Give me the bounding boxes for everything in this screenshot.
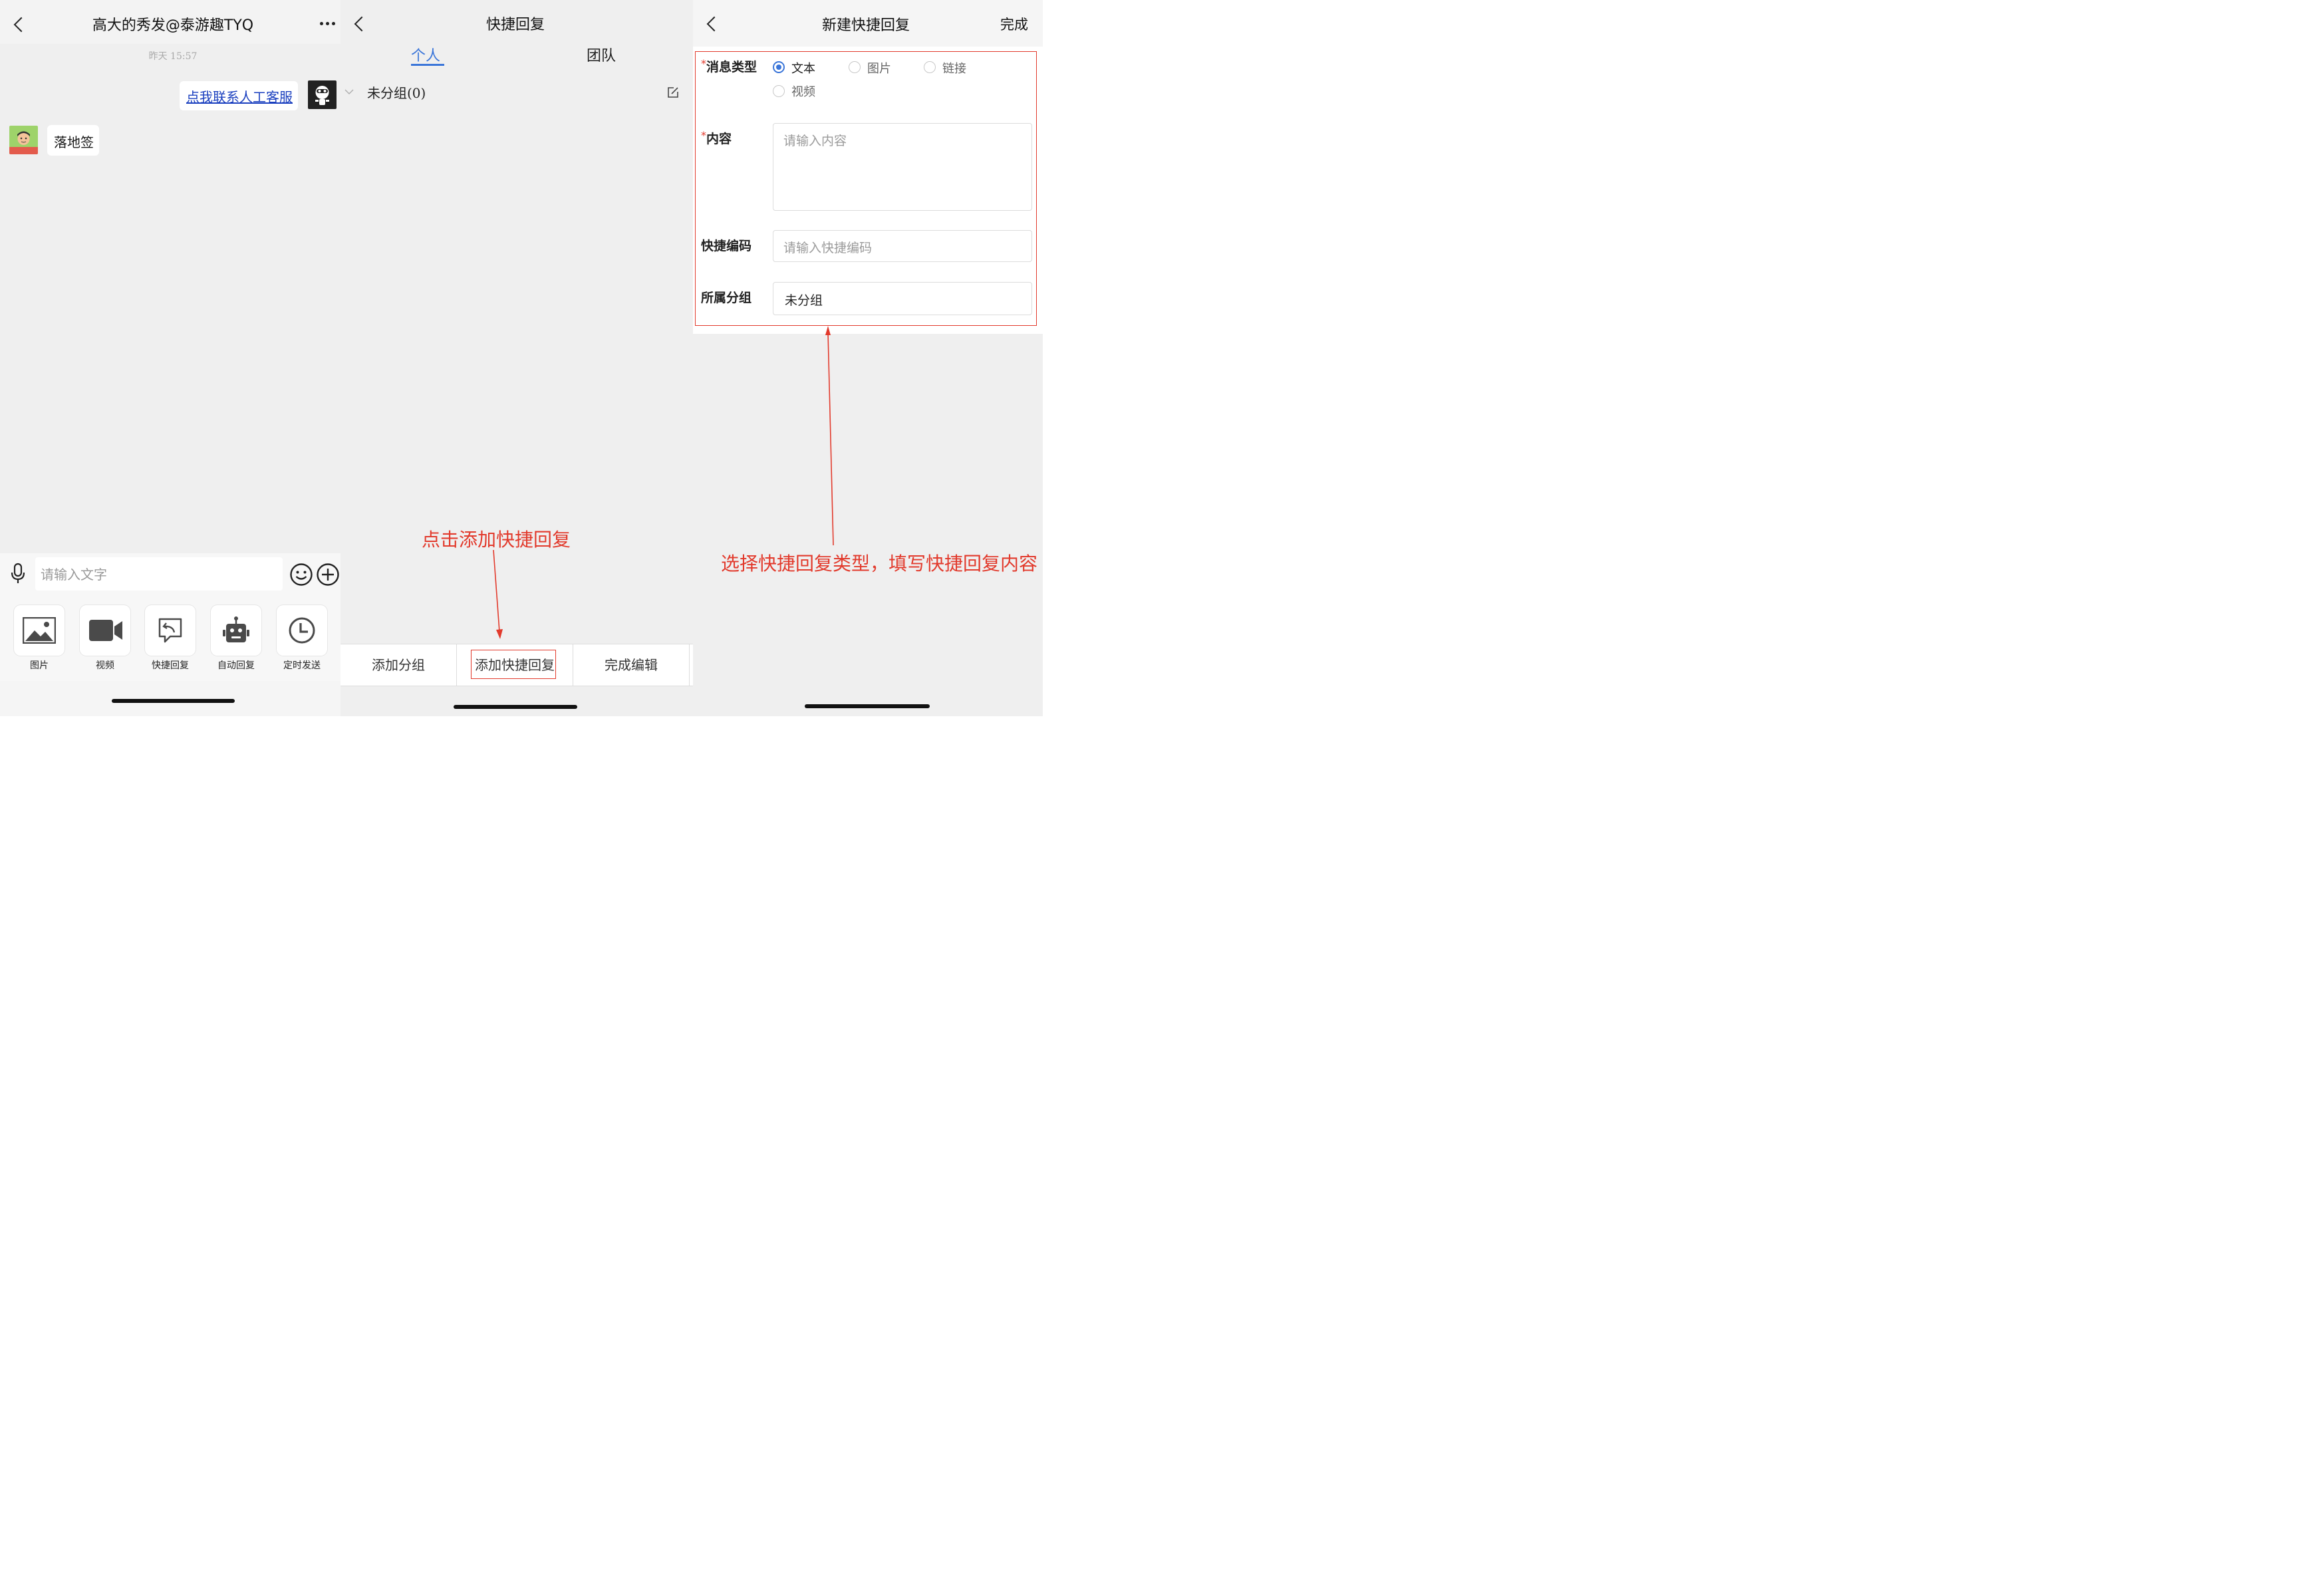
- radio-text-label[interactable]: 文本: [791, 59, 815, 76]
- emoji-icon[interactable]: [289, 563, 313, 587]
- radio-image[interactable]: [849, 61, 861, 73]
- add-group-button[interactable]: 添加分组: [341, 644, 457, 686]
- home-indicator: [112, 699, 235, 703]
- tool-image-label: 图片: [30, 660, 49, 671]
- image-icon: [22, 616, 57, 644]
- content-placeholder: 请输入内容: [783, 134, 847, 148]
- code-label: 快捷编码: [701, 239, 752, 253]
- contact-agent-link[interactable]: 点我联系人工客服: [186, 86, 293, 106]
- message-timestamp: 昨天 15:57: [148, 51, 198, 62]
- chat-title: 高大的秀发@泰游趣TYQ: [92, 17, 254, 34]
- incoming-message-bubble: 落地签: [47, 125, 99, 156]
- annotation-click-add: 点击添加快捷回复: [422, 529, 571, 551]
- done-button[interactable]: 完成: [1000, 14, 1028, 34]
- clock-icon: [288, 616, 316, 644]
- annotation-select-type: 选择快捷回复类型，填写快捷回复内容: [721, 553, 1038, 575]
- group-select-value: 未分组: [785, 293, 823, 308]
- quick-reply-panel: 快捷回复 个人 团队 未分组(0) 点击添加快捷回复 添加分组 添加快捷回复 完…: [341, 0, 693, 716]
- agent-avatar[interactable]: [308, 80, 337, 109]
- new-quick-reply-panel: 新建快捷回复 完成 *消息类型 文本 图片 链接 视频 *内容 请输入内容 快捷…: [693, 0, 1043, 716]
- more-icon[interactable]: [320, 22, 336, 26]
- robot-icon: [221, 616, 251, 645]
- tool-video-button[interactable]: [80, 605, 130, 656]
- annotation-arrow-down: [493, 549, 503, 639]
- radio-video[interactable]: [773, 85, 785, 97]
- message-type-label: *消息类型: [701, 57, 757, 74]
- tool-auto-reply-label: 自动回复: [217, 660, 255, 671]
- microphone-icon[interactable]: [9, 563, 27, 585]
- new-reply-title: 新建快捷回复: [821, 17, 910, 34]
- radio-video-label[interactable]: 视频: [791, 82, 815, 100]
- chevron-down-icon[interactable]: [344, 86, 354, 96]
- radio-link-label[interactable]: 链接: [942, 59, 966, 76]
- tool-auto-reply-button[interactable]: [211, 605, 261, 656]
- tool-quick-reply-button[interactable]: [145, 605, 196, 656]
- code-placeholder: 请输入快捷编码: [783, 241, 873, 255]
- tool-quick-reply-label: 快捷回复: [152, 660, 189, 671]
- tool-scheduled-send-label: 定时发送: [283, 660, 321, 671]
- tool-image-button[interactable]: [14, 605, 65, 656]
- outgoing-message-bubble: 点我联系人工客服: [180, 81, 298, 110]
- video-camera-icon: [88, 618, 123, 642]
- incoming-message-text: 落地签: [54, 134, 94, 150]
- finish-editing-button[interactable]: 完成编辑: [573, 644, 690, 686]
- content-textarea[interactable]: 请输入内容: [773, 123, 1032, 211]
- plus-icon[interactable]: [316, 563, 340, 587]
- home-indicator: [805, 704, 930, 708]
- annotation-arrow-up: [825, 326, 834, 546]
- quick-reply-title: 快捷回复: [485, 17, 545, 33]
- tab-team[interactable]: 团队: [587, 44, 616, 65]
- radio-image-label[interactable]: 图片: [867, 59, 891, 76]
- radio-link[interactable]: [924, 61, 936, 73]
- edit-icon[interactable]: [667, 86, 679, 98]
- highlight-box-add-quick-reply: [471, 650, 556, 679]
- tab-personal[interactable]: 个人: [411, 44, 440, 65]
- chat-input-placeholder: 请输入文字: [41, 567, 107, 583]
- home-indicator: [454, 705, 577, 709]
- lower-area: [693, 334, 1043, 716]
- tool-scheduled-send-button[interactable]: [277, 605, 327, 656]
- radio-text[interactable]: [773, 61, 785, 73]
- code-input[interactable]: 请输入快捷编码: [773, 230, 1032, 262]
- customer-avatar[interactable]: [9, 126, 38, 154]
- tab-active-indicator: [411, 64, 444, 66]
- group-select[interactable]: 未分组: [773, 282, 1032, 315]
- tool-video-label: 视频: [96, 660, 114, 671]
- chat-panel: 高大的秀发@泰游趣TYQ 昨天 15:57 点我联系人工客服 落地签 请输入文字…: [0, 0, 341, 716]
- quick-reply-icon: [157, 616, 184, 644]
- group-label: 所属分组: [701, 291, 752, 305]
- group-ungrouped[interactable]: 未分组(0): [367, 82, 426, 102]
- chat-message-input[interactable]: 请输入文字: [35, 557, 283, 591]
- content-label: *内容: [701, 129, 732, 146]
